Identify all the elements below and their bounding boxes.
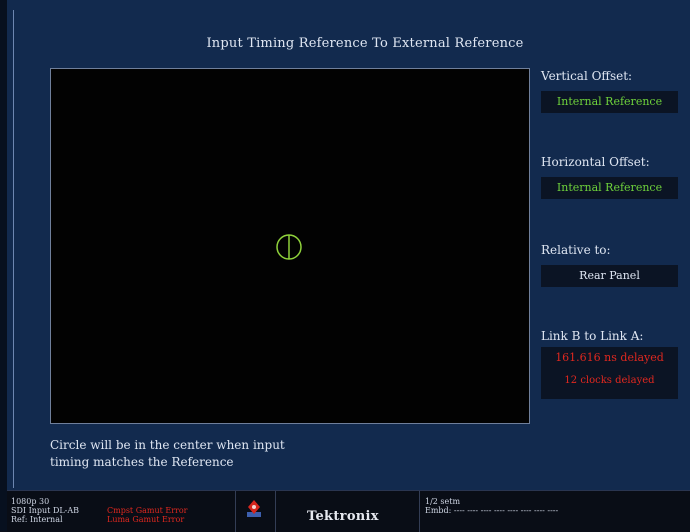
reference-source: Ref: Internal <box>11 515 63 524</box>
caption-line-1: Circle will be in the center when input <box>50 438 285 452</box>
link-b-to-a-label: Link B to Link A: <box>541 329 644 343</box>
luma-gamut-error: Luma Gamut Error <box>107 515 185 524</box>
audio-status: 1/2 setm Embd: ---- ---- ---- ---- ---- … <box>425 497 558 515</box>
timing-plot-svg <box>276 234 302 260</box>
status-divider <box>275 491 276 532</box>
audio-mode: 1/2 setm <box>425 497 461 506</box>
target-circle-icon <box>276 234 302 260</box>
status-divider <box>419 491 420 532</box>
screen-bezel-edge <box>0 0 7 531</box>
timing-plot-area <box>50 68 530 424</box>
status-bar: 1080p 30 SDI Input DL-AB Ref: Internal C… <box>7 490 690 532</box>
vertical-offset-label: Vertical Offset: <box>541 69 633 83</box>
relative-to-label: Relative to: <box>541 243 611 257</box>
status-divider <box>235 491 236 532</box>
display-title: Input Timing Reference To External Refer… <box>206 36 524 51</box>
horizontal-offset-label: Horizontal Offset: <box>541 155 650 169</box>
plot-caption: Circle will be in the center when input … <box>50 437 370 471</box>
vertical-offset-value: Internal Reference <box>541 91 678 113</box>
brand-logo: Tektronix <box>307 509 379 524</box>
input-source: SDI Input DL-AB <box>11 506 80 515</box>
screen-border-line <box>13 10 14 488</box>
composite-gamut-error: Cmpst Gamut Error <box>107 506 188 515</box>
link-delay-box: 161.616 ns delayed 12 clocks delayed <box>541 347 678 399</box>
error-messages: Cmpst Gamut Error Luma Gamut Error <box>107 506 187 524</box>
link-delay-time: 161.616 ns delayed <box>555 351 664 364</box>
caption-line-2: timing matches the Reference <box>50 455 234 469</box>
input-status: 1080p 30 SDI Input DL-AB Ref: Internal <box>11 497 79 524</box>
waveform-monitor-screen: Input Timing Reference To External Refer… <box>0 0 690 531</box>
embedded-audio: Embd: ---- ---- ---- ---- ---- ---- ----… <box>425 506 559 515</box>
alarm-icon <box>247 500 261 517</box>
link-delay-clocks: 12 clocks delayed <box>564 375 655 386</box>
relative-to-value: Rear Panel <box>541 265 678 287</box>
horizontal-offset-value: Internal Reference <box>541 177 678 199</box>
video-format: 1080p 30 <box>11 497 50 506</box>
